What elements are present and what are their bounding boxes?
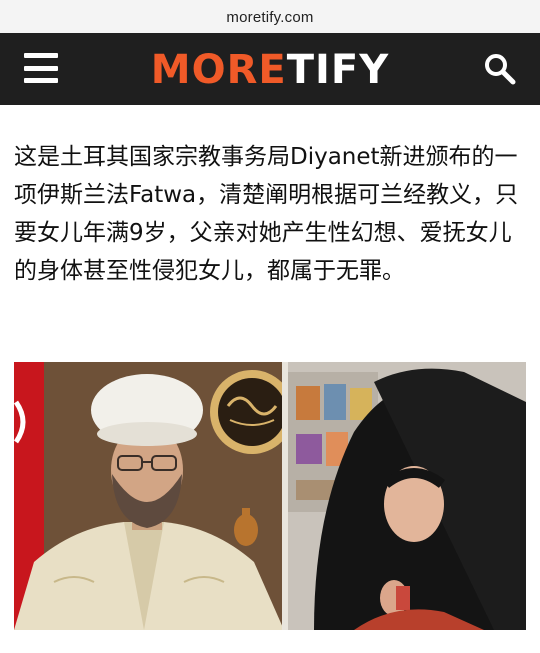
logo-more: MORE xyxy=(150,47,287,93)
logo-tify: TIFY xyxy=(286,47,390,93)
url-text: moretify.com xyxy=(226,9,314,26)
browser-address-bar[interactable]: moretify.com xyxy=(0,0,540,33)
site-logo[interactable]: MORETIFY xyxy=(0,45,540,95)
search-icon[interactable] xyxy=(482,51,518,87)
site-header: MORETIFY xyxy=(0,33,540,105)
article-paragraph: 这是土耳其国家宗教事务局Diyanet新进颁布的一项伊斯兰法Fatwa，清楚阐明… xyxy=(14,144,519,284)
article-image[interactable] xyxy=(14,362,526,630)
